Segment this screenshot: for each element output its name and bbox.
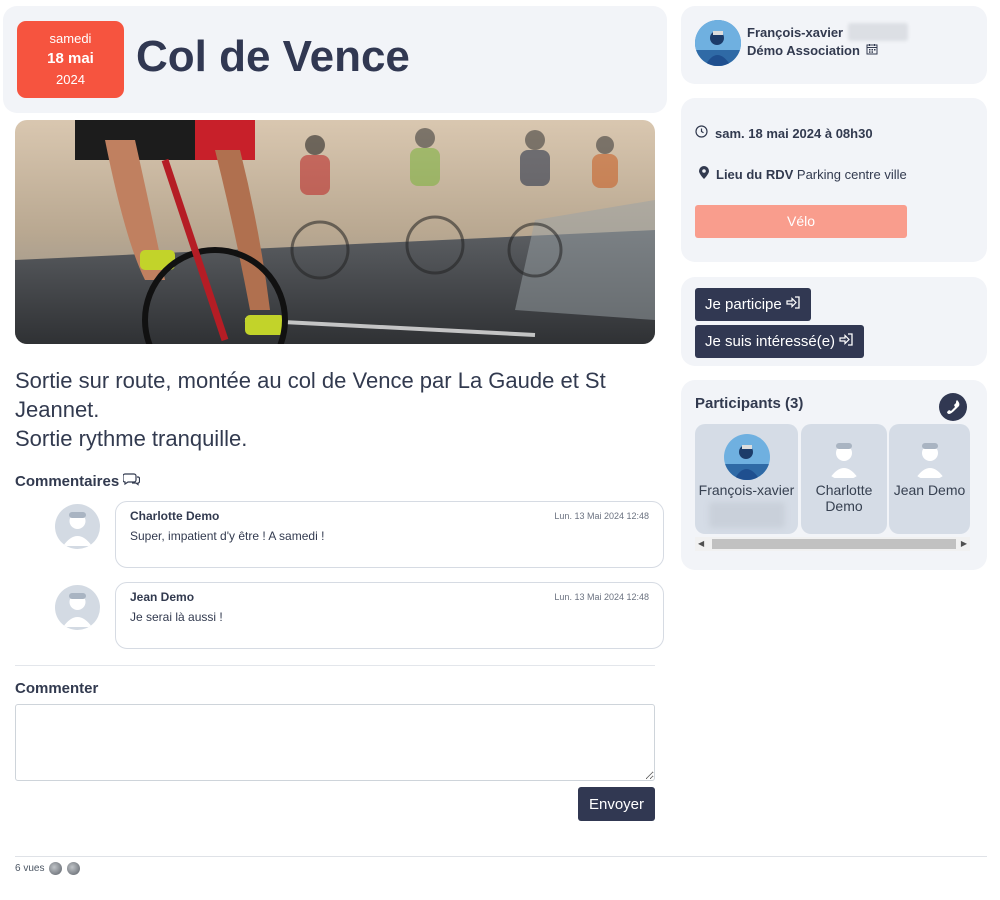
category-tag[interactable]: Vélo: [695, 205, 907, 238]
participate-label: Je participe: [705, 296, 782, 313]
meeting-label: Lieu du RDV: [716, 166, 794, 182]
avatar: [821, 434, 867, 480]
comments-title-label: Commentaires: [15, 472, 120, 490]
sign-in-icon: [786, 296, 801, 313]
divider: [15, 665, 655, 666]
page-title: Col de Vence: [136, 32, 410, 81]
datetime-row: sam. 18 mai 2024 à 08h30: [695, 125, 873, 141]
organizer-name: François-xavier: [747, 23, 909, 41]
participants-card: Participants (3) François-xavier Charlot…: [681, 380, 987, 570]
comment-item: Jean Demo Lun. 13 Mai 2024 12:48 Je sera…: [55, 582, 664, 649]
comment-form-label: Commenter: [15, 680, 99, 697]
description-line: Sortie sur route, montée au col de Vence…: [15, 368, 606, 422]
comment-text: Super, impatient d'y être ! A samedi !: [130, 529, 325, 543]
participants-title: Participants (3): [695, 395, 804, 412]
association-name[interactable]: Démo Association: [747, 43, 860, 58]
meeting-row: Lieu du RDV Parking centre ville: [699, 166, 907, 182]
chat-icon: [122, 472, 141, 490]
event-description: Sortie sur route, montée au col de Vence…: [15, 366, 655, 453]
horizontal-scrollbar[interactable]: ◀ ▶: [695, 537, 970, 551]
footer-divider: [15, 856, 987, 857]
comment-timestamp: Lun. 13 Mai 2024 12:48: [554, 511, 649, 521]
participant-card[interactable]: Jean Demo: [889, 424, 970, 534]
event-datetime: sam. 18 mai 2024 à 08h30: [715, 125, 873, 141]
redacted-text: [709, 502, 785, 528]
event-photo: [15, 120, 655, 344]
comment-author: Jean Demo: [130, 590, 195, 604]
redacted-text: [848, 23, 909, 41]
scroll-left-icon[interactable]: ◀: [698, 539, 704, 548]
comment-bubble: Charlotte Demo Lun. 13 Mai 2024 12:48 Su…: [115, 501, 664, 568]
participant-card[interactable]: Charlotte Demo: [801, 424, 887, 534]
comment-item: Charlotte Demo Lun. 13 Mai 2024 12:48 Su…: [55, 501, 664, 568]
views-count: 6 vues: [15, 863, 45, 874]
event-header: samedi 18 mai 2024 Col de Vence: [3, 6, 667, 113]
viewer-avatar[interactable]: [67, 862, 81, 875]
scrollbar-thumb[interactable]: [712, 539, 956, 549]
date-badge: samedi 18 mai 2024: [17, 21, 124, 98]
event-info-card: sam. 18 mai 2024 à 08h30 Lieu du RDV Par…: [681, 98, 987, 262]
description-line: Sortie rythme tranquille.: [15, 426, 248, 451]
map-pin-icon: [699, 166, 709, 182]
interested-button[interactable]: Je suis intéressé(e): [695, 325, 865, 358]
comment-bubble: Jean Demo Lun. 13 Mai 2024 12:48 Je sera…: [115, 582, 664, 649]
avatar: [55, 504, 100, 549]
organizer-association: Démo Association: [747, 43, 878, 58]
comment-author: Charlotte Demo: [130, 509, 220, 523]
participant-name: Jean Demo: [893, 482, 966, 498]
interested-label: Je suis intéressé(e): [705, 333, 836, 350]
participate-button[interactable]: Je participe: [695, 288, 811, 321]
phone-button[interactable]: [939, 393, 967, 421]
organizer-name-text: François-xavier: [747, 24, 844, 40]
participant-name: Charlotte Demo: [815, 482, 873, 514]
send-button[interactable]: Envoyer: [578, 787, 655, 821]
meeting-place: Parking centre ville: [796, 166, 907, 182]
participant-name: François-xavier: [698, 482, 795, 498]
participant-card[interactable]: François-xavier: [695, 424, 798, 534]
phone-icon: [939, 400, 967, 425]
date-year: 2024: [56, 72, 85, 87]
organizer-card: François-xavier Démo Association: [681, 6, 987, 84]
organizer-avatar[interactable]: [695, 20, 741, 66]
comment-text: Je serai là aussi !: [130, 610, 223, 624]
avatar: [723, 434, 770, 480]
calendar-icon[interactable]: [866, 43, 878, 58]
sign-in-icon: [839, 333, 854, 350]
avatar: [55, 585, 100, 630]
comments-title: Commentaires: [15, 472, 141, 490]
actions-card: Je participe Je suis intéressé(e): [681, 277, 987, 366]
scroll-right-icon[interactable]: ▶: [961, 539, 967, 548]
date-day: 18 mai: [47, 50, 94, 67]
clock-icon: [695, 125, 708, 141]
participants-list: François-xavier Charlotte Demo Jean Demo: [695, 424, 970, 534]
date-day-name: samedi: [49, 31, 92, 46]
comment-timestamp: Lun. 13 Mai 2024 12:48: [554, 592, 649, 602]
footer: 6 vues: [15, 862, 81, 875]
comment-input[interactable]: [15, 704, 655, 781]
avatar: [907, 434, 953, 480]
viewer-avatar[interactable]: [49, 862, 63, 875]
